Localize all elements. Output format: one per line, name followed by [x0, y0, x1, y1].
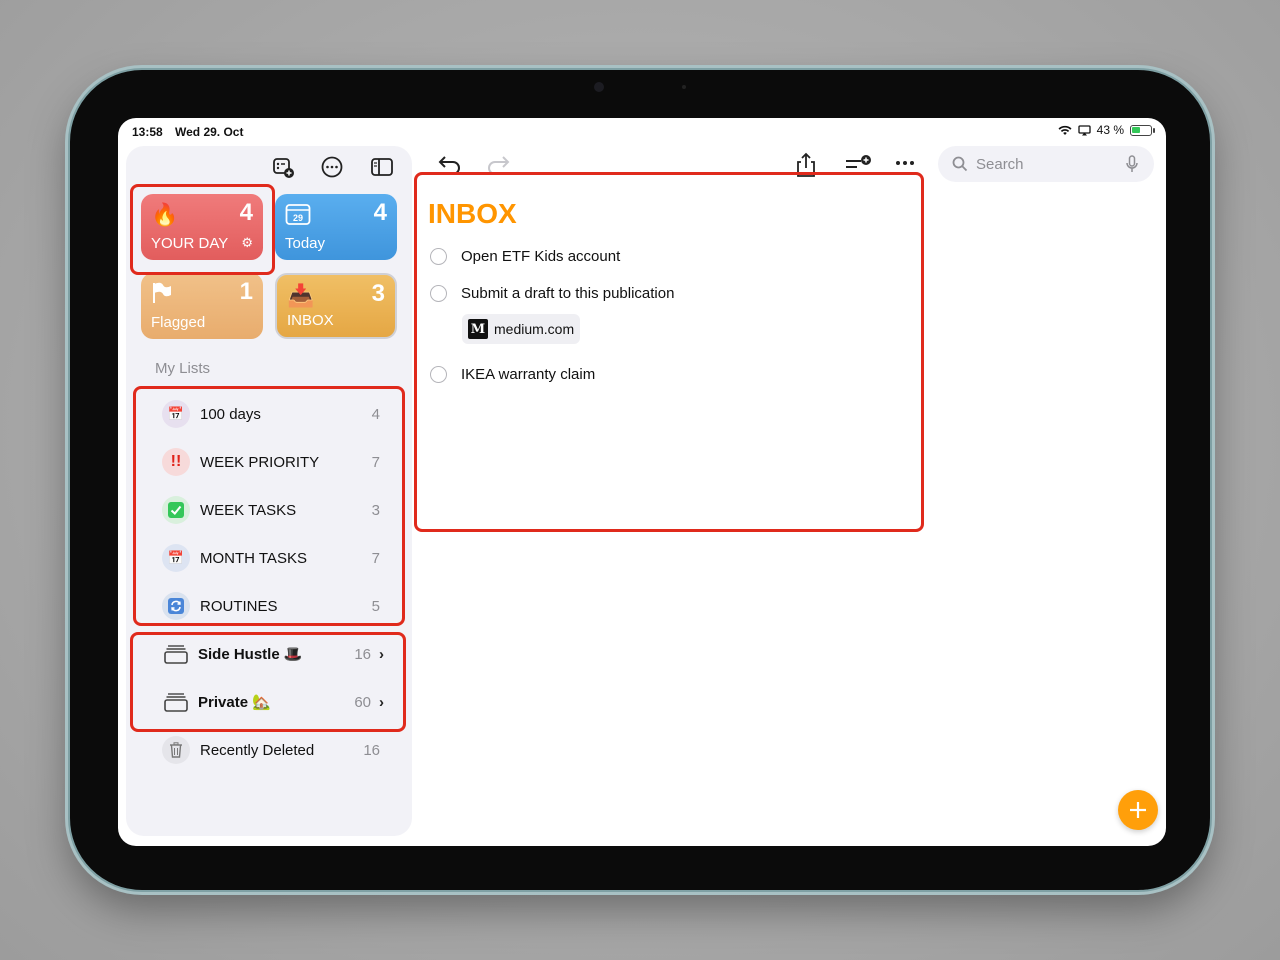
sidebar-toggle-icon[interactable] [369, 154, 395, 180]
tile-count: 3 [371, 280, 385, 307]
ellipsis-icon[interactable] [894, 158, 916, 168]
screen-mirror-icon [1077, 124, 1091, 135]
status-right: 43 % [1058, 123, 1155, 137]
microphone-icon[interactable] [1126, 155, 1138, 173]
list-label: Recently Deleted [200, 741, 315, 759]
recently-deleted[interactable]: Recently Deleted 16 [146, 730, 398, 770]
tile-label: Flagged [151, 314, 206, 331]
front-camera [594, 82, 604, 92]
tile-inbox[interactable]: 📥 3 INBOX [275, 273, 397, 339]
calendar-icon: 29 [285, 202, 311, 232]
status-time: 13:58 [132, 125, 163, 139]
search-icon [952, 156, 968, 172]
flag-icon [151, 281, 173, 311]
highlight-groups [130, 632, 406, 732]
tile-label: INBOX [287, 312, 334, 329]
search-placeholder: Search [976, 155, 1024, 173]
tile-count: 4 [373, 199, 387, 226]
inbox-tray-icon: 📥 [287, 283, 315, 308]
status-bar: 13:58 Wed 29. Oct 43 % [118, 118, 1166, 146]
tile-flagged[interactable]: 1 Flagged [141, 273, 263, 339]
wifi-icon [1058, 125, 1072, 135]
highlight-my-lists [133, 386, 405, 626]
calendar-day: 29 [293, 213, 303, 223]
ipad-device: 13:58 Wed 29. Oct 43 % 🔥 4 YOUR DAY ⚙ 29… [68, 68, 1212, 892]
ambient-sensor [682, 85, 686, 89]
highlight-inbox-list [414, 172, 924, 532]
battery-icon [1130, 124, 1155, 136]
add-task-button[interactable] [1118, 790, 1158, 830]
search-field[interactable]: Search [938, 146, 1154, 182]
plus-icon [1130, 802, 1146, 818]
tile-label: Today [285, 235, 326, 252]
new-list-icon[interactable] [270, 154, 296, 180]
more-options-icon[interactable] [319, 154, 345, 180]
screen: 13:58 Wed 29. Oct 43 % 🔥 4 YOUR DAY ⚙ 29… [118, 118, 1166, 846]
trash-icon [162, 736, 190, 764]
status-date: Wed 29. Oct [175, 125, 244, 139]
my-lists-heading: My Lists [155, 360, 211, 377]
undo-icon[interactable] [438, 154, 462, 174]
tile-today[interactable]: 29 4 Today [275, 194, 397, 260]
battery-percent: 43 % [1096, 123, 1124, 137]
tile-count: 1 [239, 278, 253, 305]
list-count: 16 [363, 741, 380, 759]
redo-icon[interactable] [486, 154, 510, 174]
highlight-your-day [130, 184, 275, 275]
